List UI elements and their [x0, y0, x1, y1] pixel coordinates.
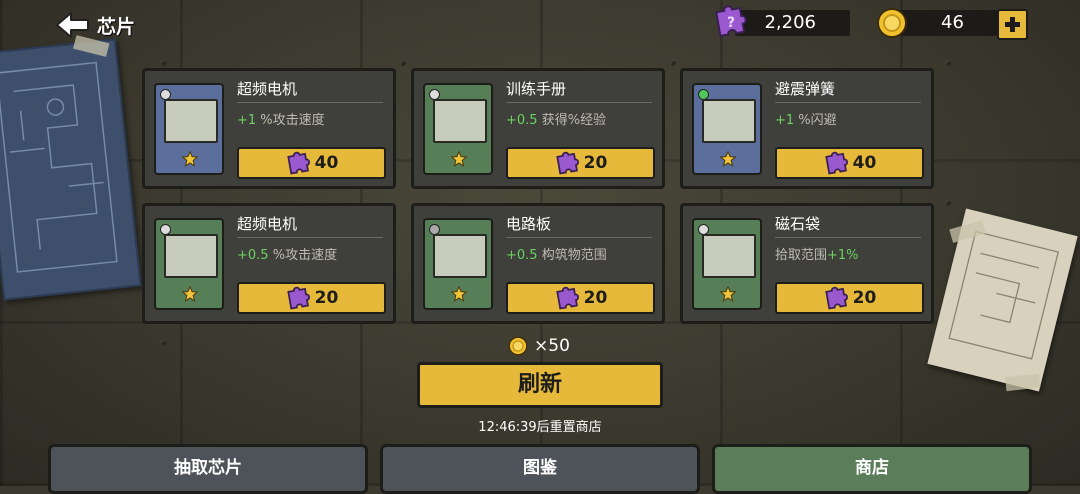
item-portrait[interactable]	[692, 218, 762, 310]
item-effect: %闪避	[794, 113, 837, 128]
star-icon	[451, 286, 467, 302]
book-icon	[433, 99, 487, 143]
divider	[775, 102, 921, 103]
divider	[775, 237, 921, 238]
back-arrow-icon	[56, 12, 89, 38]
item-price: 20	[583, 153, 608, 173]
item-portrait[interactable]	[423, 83, 493, 175]
item-effect: 构筑物范围	[537, 248, 607, 263]
puzzle-chip-icon	[286, 286, 310, 310]
item-description: +0.5 构筑物范围	[506, 244, 607, 263]
item-description: +0.5 获得%经验	[506, 109, 606, 128]
puzzle-chip-icon	[555, 286, 579, 310]
item-bonus: +0.5	[237, 248, 269, 263]
item-price: 20	[852, 288, 877, 308]
tab-shop[interactable]: 商店	[712, 444, 1032, 494]
item-bonus: +1	[237, 113, 257, 128]
divider	[237, 237, 383, 238]
rivet	[160, 340, 166, 346]
shop-item-card: 避震弹簧 +1 %闪避 40	[680, 68, 934, 189]
item-price: 40	[852, 153, 877, 173]
svg-text:?: ?	[727, 15, 735, 31]
back-button[interactable]: 芯片	[55, 10, 135, 40]
shop-item-card: 电路板 +0.5 构筑物范围 20	[411, 203, 665, 324]
item-name: 避震弹簧	[775, 80, 836, 98]
puzzle-chip-icon	[286, 151, 310, 175]
magnet-bag-icon	[702, 234, 756, 278]
tab-collection[interactable]: 图鉴	[380, 444, 700, 494]
refresh-cost-value: 50	[548, 336, 570, 356]
buy-button[interactable]: 20	[775, 282, 924, 314]
item-bonus: +1	[775, 113, 795, 128]
puzzle-chip-icon: ?	[715, 5, 747, 38]
item-effect: 拾取范围	[775, 248, 828, 263]
star-icon	[182, 286, 198, 302]
puzzle-chip-icon	[824, 151, 848, 175]
coin-currency-value: 46	[941, 12, 964, 33]
item-portrait[interactable]	[154, 83, 224, 175]
item-price: 40	[314, 153, 339, 173]
page-title: 芯片	[97, 15, 136, 38]
chip-currency-counter: 2,206	[735, 10, 850, 36]
motor-icon	[164, 234, 218, 278]
add-coins-button[interactable]	[997, 9, 1028, 40]
item-effect: 获得%经验	[537, 113, 607, 128]
item-effect: %攻击速度	[268, 248, 338, 263]
buy-button[interactable]: 40	[237, 147, 386, 179]
item-portrait[interactable]	[692, 83, 762, 175]
buy-button[interactable]: 20	[506, 147, 655, 179]
item-price: 20	[314, 288, 339, 308]
item-portrait[interactable]	[154, 218, 224, 310]
circuit-board-icon	[433, 234, 487, 278]
refresh-cost: ×50	[508, 336, 570, 356]
rivet	[945, 200, 951, 206]
tab-draw-chips[interactable]: 抽取芯片	[48, 444, 368, 494]
item-name: 电路板	[506, 215, 552, 233]
divider	[237, 102, 383, 103]
item-portrait[interactable]	[423, 218, 493, 310]
divider	[506, 237, 652, 238]
rivet	[400, 60, 406, 66]
item-description: 拾取范围+1%	[775, 244, 859, 263]
puzzle-chip-icon	[824, 286, 848, 310]
rivet	[670, 60, 676, 66]
spring-icon	[702, 99, 756, 143]
gold-coin-icon	[508, 336, 528, 356]
refresh-cost-prefix: ×	[534, 336, 549, 356]
shop-item-card: 磁石袋拾取范围+1% 20	[680, 203, 934, 324]
item-description: +1 %闪避	[775, 109, 837, 128]
shop-reset-timer: 12:46:39后重置商店	[478, 420, 602, 435]
buy-button[interactable]: 20	[237, 282, 386, 314]
item-bonus: +1%	[827, 248, 859, 263]
item-name: 超频电机	[237, 80, 298, 98]
star-icon	[720, 286, 736, 302]
chip-currency-value: 2,206	[764, 12, 816, 33]
item-name: 超频电机	[237, 215, 298, 233]
item-description: +1 %攻击速度	[237, 109, 325, 128]
shop-item-card: 训练手册 +0.5 获得%经验 20	[411, 68, 665, 189]
motor-icon	[164, 99, 218, 143]
item-description: +0.5 %攻击速度	[237, 244, 337, 263]
shop-item-card: 超频电机 +1 %攻击速度 40	[142, 68, 396, 189]
puzzle-chip-icon	[555, 151, 579, 175]
item-name: 训练手册	[506, 80, 567, 98]
item-name: 磁石袋	[775, 215, 821, 233]
buy-button[interactable]: 40	[775, 147, 924, 179]
star-icon	[451, 151, 467, 167]
gold-coin-icon	[877, 8, 907, 38]
star-icon	[182, 151, 198, 167]
item-bonus: +0.5	[506, 248, 538, 263]
shop-item-card: 超频电机 +0.5 %攻击速度 20	[142, 203, 396, 324]
rivet	[945, 60, 951, 66]
item-price: 20	[583, 288, 608, 308]
item-bonus: +0.5	[506, 113, 538, 128]
divider	[506, 102, 652, 103]
star-icon	[720, 151, 736, 167]
rivet	[160, 60, 166, 66]
buy-button[interactable]: 20	[506, 282, 655, 314]
item-effect: %攻击速度	[256, 113, 325, 128]
blueprint-lines	[0, 61, 118, 273]
refresh-button[interactable]: 刷新	[417, 362, 663, 408]
